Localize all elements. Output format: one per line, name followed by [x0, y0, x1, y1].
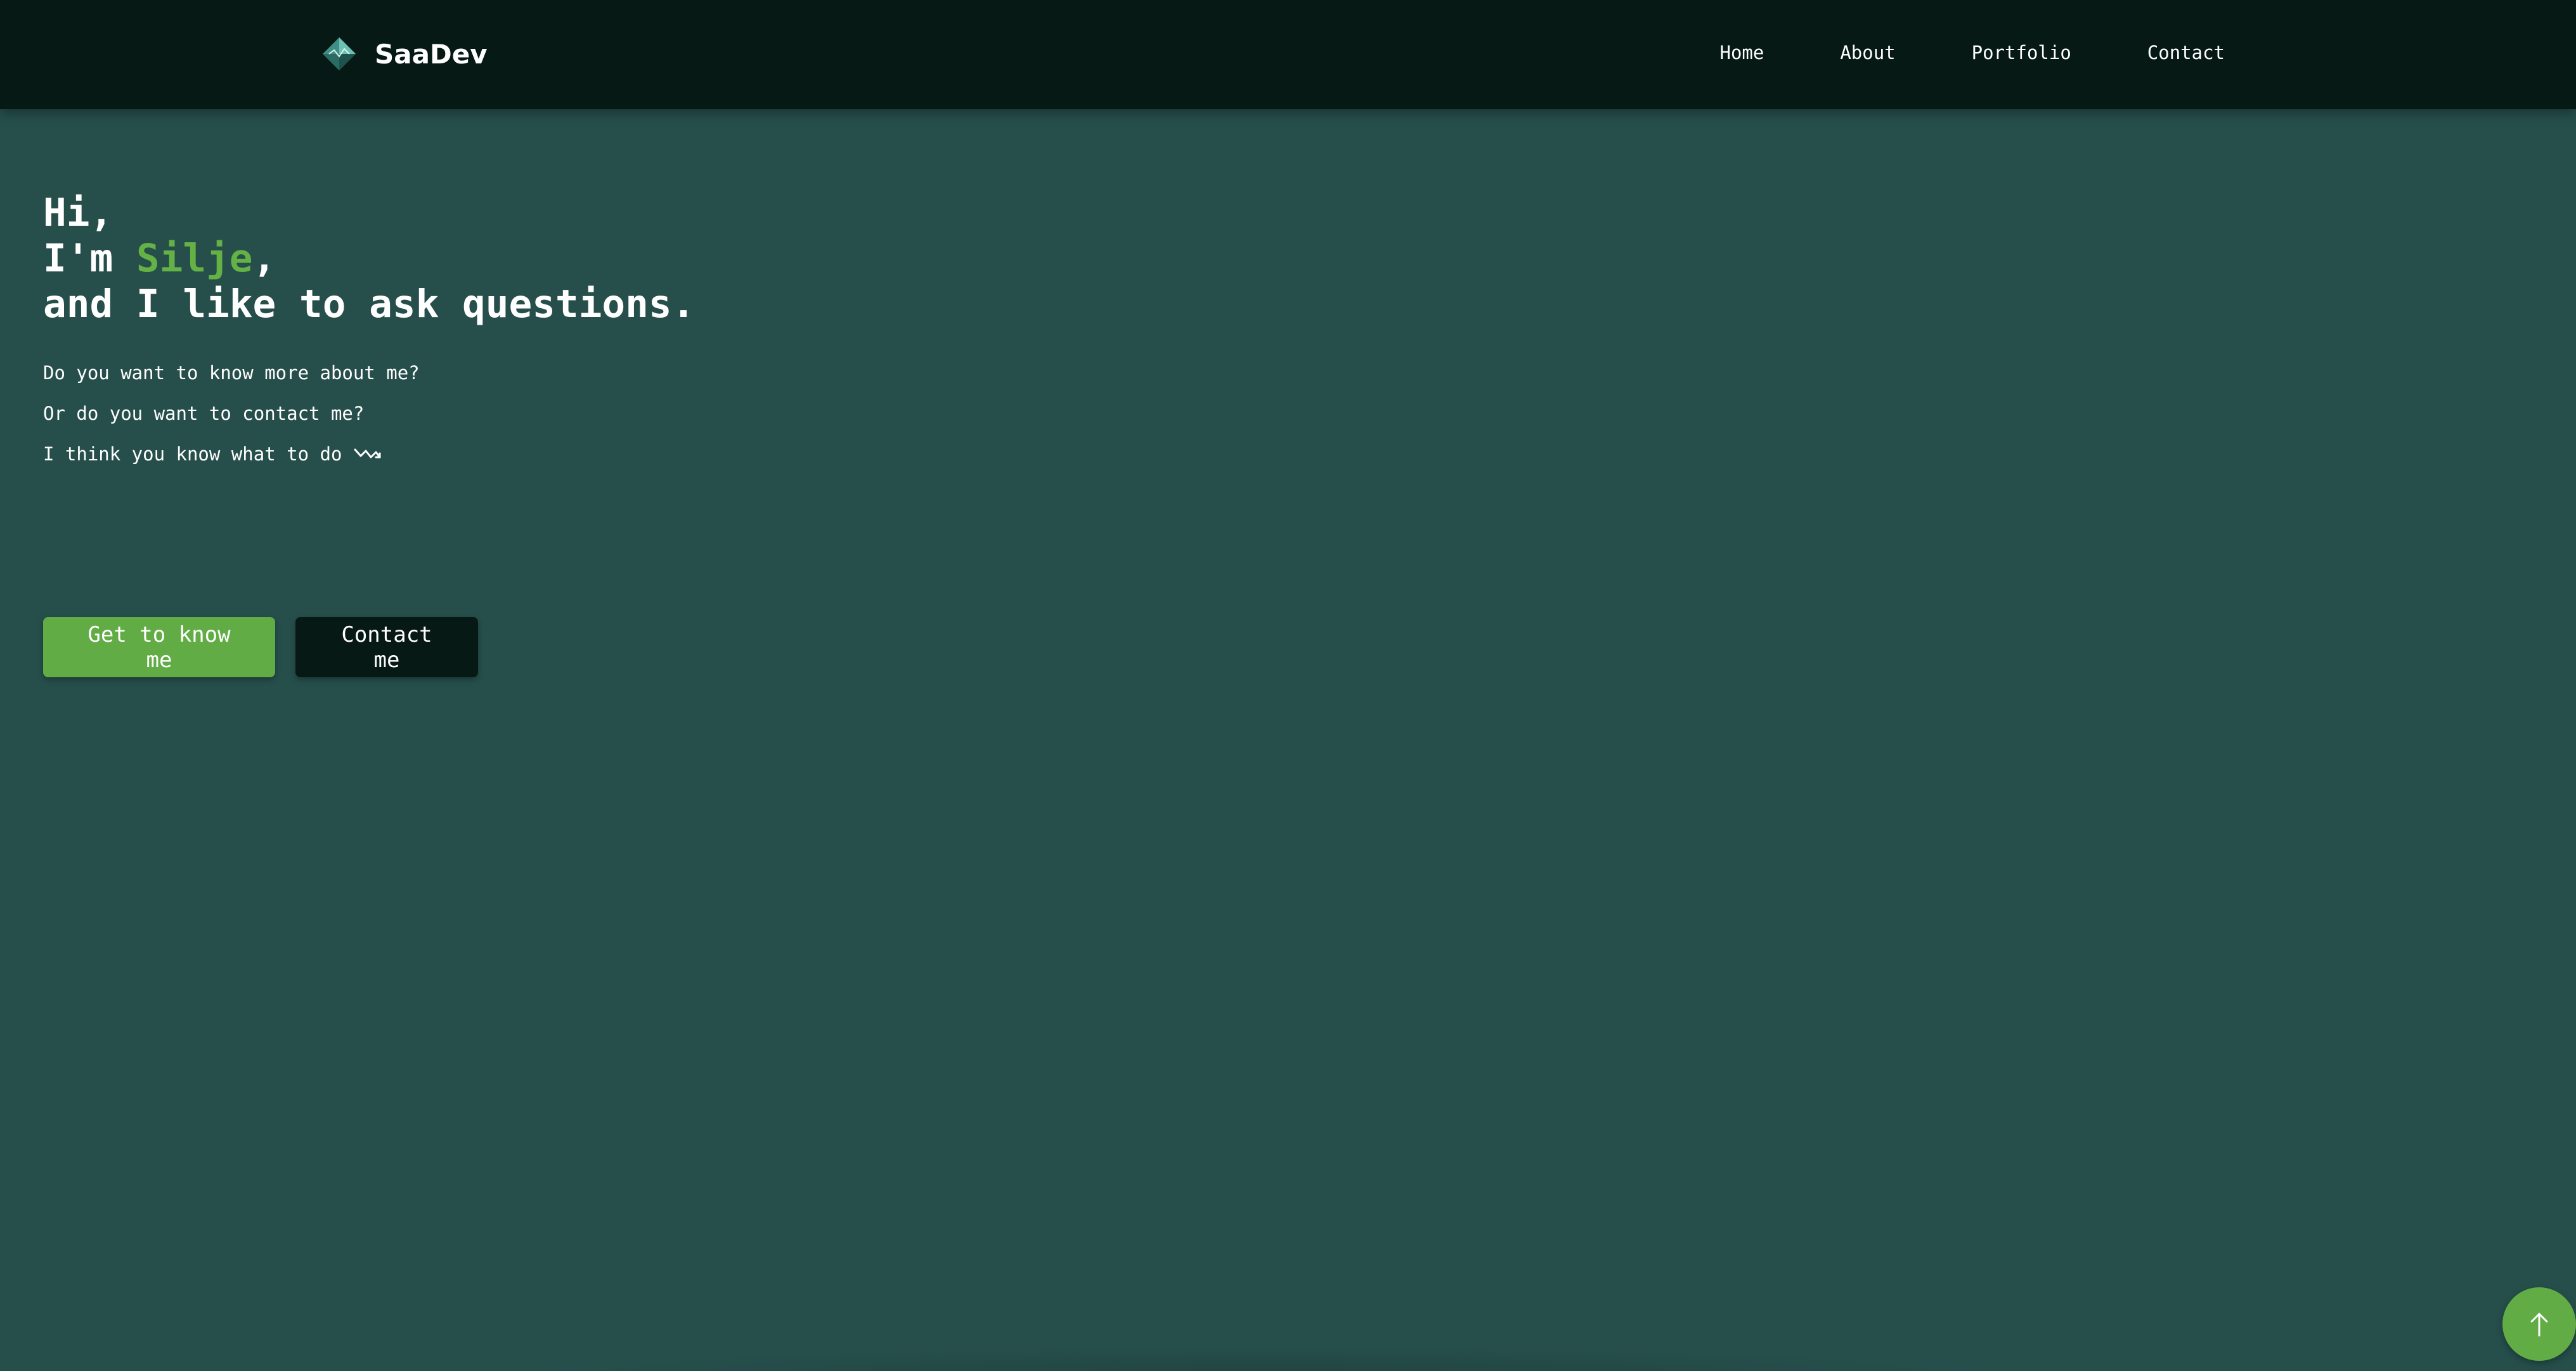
brand-name: SaaDev	[375, 38, 488, 70]
nav-item-about[interactable]: About	[1840, 37, 1895, 68]
hero-section: Hi, I'm Silje, and I like to ask questio…	[43, 190, 695, 474]
navbar: SaaDev Home About Portfolio Contact	[0, 0, 2576, 109]
scroll-to-top-button[interactable]	[2502, 1287, 2576, 1361]
contact-me-button[interactable]: Contact me	[295, 617, 478, 677]
squiggle-arrow-down-icon	[354, 448, 381, 458]
crystal-diamond-icon	[323, 37, 356, 70]
get-to-know-me-button[interactable]: Get to know me	[43, 617, 275, 677]
hero-tagline: and I like to ask questions.	[43, 282, 696, 327]
hero-lines: Do you want to know more about me? Or do…	[43, 353, 695, 474]
nav-item-home[interactable]: Home	[1719, 37, 1764, 68]
hero-line-text: I think you know what to do	[43, 443, 342, 465]
hero-line-text: Or do you want to contact me?	[43, 403, 365, 424]
bottom-shadow	[507, 1346, 2029, 1371]
nav-item-portfolio[interactable]: Portfolio	[1972, 37, 2071, 68]
hero-greeting: Hi,	[43, 190, 113, 235]
hero-buttons: Get to know me Contact me	[43, 617, 478, 677]
hero-intro-prefix: I'm	[43, 236, 136, 281]
hero-intro-suffix: ,	[252, 236, 276, 281]
nav-item-contact[interactable]: Contact	[2147, 37, 2225, 68]
arrow-up-icon	[2530, 1313, 2548, 1337]
hero-line-text: Do you want to know more about me?	[43, 362, 420, 384]
hero-name: Silje	[136, 236, 253, 281]
main-nav: Home About Portfolio Contact	[1719, 37, 2225, 68]
hero-line: I think you know what to do	[43, 434, 695, 474]
hero-title: Hi, I'm Silje, and I like to ask questio…	[43, 190, 695, 327]
hero-line: Do you want to know more about me?	[43, 353, 695, 393]
brand[interactable]: SaaDev	[320, 32, 488, 76]
hero-line: Or do you want to contact me?	[43, 393, 695, 434]
